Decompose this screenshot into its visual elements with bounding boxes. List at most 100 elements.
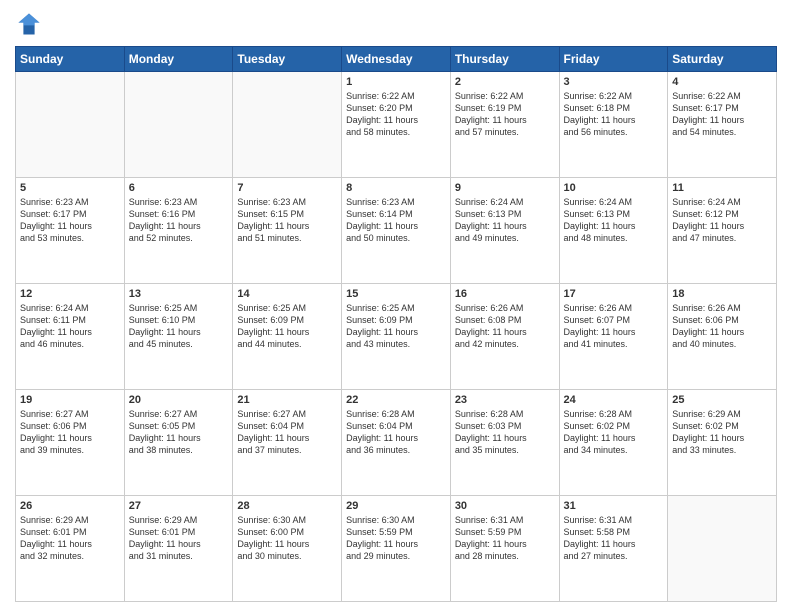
day-number: 26 bbox=[20, 500, 120, 512]
day-number: 2 bbox=[455, 76, 555, 88]
calendar-cell: 23 Sunrise: 6:28 AMSunset: 6:03 PMDayligh… bbox=[450, 390, 559, 496]
day-info: Sunrise: 6:27 AMSunset: 6:06 PMDaylight:… bbox=[20, 408, 120, 457]
day-info: Sunrise: 6:31 AMSunset: 5:58 PMDaylight:… bbox=[564, 514, 664, 563]
calendar-cell: 17 Sunrise: 6:26 AMSunset: 6:07 PMDayligh… bbox=[559, 284, 668, 390]
day-info: Sunrise: 6:26 AMSunset: 6:08 PMDaylight:… bbox=[455, 302, 555, 351]
weekday-header-sunday: Sunday bbox=[16, 47, 125, 72]
day-info: Sunrise: 6:26 AMSunset: 6:06 PMDaylight:… bbox=[672, 302, 772, 351]
day-number: 24 bbox=[564, 394, 664, 406]
calendar-week-4: 19 Sunrise: 6:27 AMSunset: 6:06 PMDayligh… bbox=[16, 390, 777, 496]
day-number: 19 bbox=[20, 394, 120, 406]
calendar-cell: 16 Sunrise: 6:26 AMSunset: 6:08 PMDayligh… bbox=[450, 284, 559, 390]
day-number: 11 bbox=[672, 182, 772, 194]
calendar-cell: 13 Sunrise: 6:25 AMSunset: 6:10 PMDayligh… bbox=[124, 284, 233, 390]
calendar-cell: 28Sunrise: 6:30 AMSunset: 6:00 PMDayligh… bbox=[233, 496, 342, 602]
calendar-cell: 1 Sunrise: 6:22 AMSunset: 6:20 PMDaylight… bbox=[342, 72, 451, 178]
calendar-cell: 26 Sunrise: 6:29 AMSunset: 6:01 PMDayligh… bbox=[16, 496, 125, 602]
day-info: Sunrise: 6:29 AMSunset: 6:01 PMDaylight:… bbox=[129, 514, 229, 563]
day-info: Sunrise: 6:23 AMSunset: 6:15 PMDaylight:… bbox=[237, 196, 337, 245]
calendar-cell bbox=[668, 496, 777, 602]
day-info: Sunrise: 6:25 AMSunset: 6:09 PMDaylight:… bbox=[346, 302, 446, 351]
day-number: 21 bbox=[237, 394, 337, 406]
calendar-cell: 4 Sunrise: 6:22 AMSunset: 6:17 PMDaylight… bbox=[668, 72, 777, 178]
day-number: 10 bbox=[564, 182, 664, 194]
day-number: 13 bbox=[129, 288, 229, 300]
day-info: Sunrise: 6:24 AMSunset: 6:13 PMDaylight:… bbox=[455, 196, 555, 245]
day-info: Sunrise: 6:25 AMSunset: 6:10 PMDaylight:… bbox=[129, 302, 229, 351]
day-info: Sunrise: 6:28 AMSunset: 6:03 PMDaylight:… bbox=[455, 408, 555, 457]
day-number: 23 bbox=[455, 394, 555, 406]
day-info: Sunrise: 6:29 AMSunset: 6:02 PMDaylight:… bbox=[672, 408, 772, 457]
day-number: 6 bbox=[129, 182, 229, 194]
day-number: 18 bbox=[672, 288, 772, 300]
day-info: Sunrise: 6:23 AMSunset: 6:17 PMDaylight:… bbox=[20, 196, 120, 245]
day-number: 17 bbox=[564, 288, 664, 300]
calendar-cell: 7Sunrise: 6:23 AMSunset: 6:15 PMDaylight… bbox=[233, 178, 342, 284]
calendar-cell: 18 Sunrise: 6:26 AMSunset: 6:06 PMDayligh… bbox=[668, 284, 777, 390]
day-info: Sunrise: 6:27 AMSunset: 6:04 PMDaylight:… bbox=[237, 408, 337, 457]
day-number: 5 bbox=[20, 182, 120, 194]
day-info: Sunrise: 6:28 AMSunset: 6:04 PMDaylight:… bbox=[346, 408, 446, 457]
calendar-cell: 21 Sunrise: 6:27 AMSunset: 6:04 PMDayligh… bbox=[233, 390, 342, 496]
day-info: Sunrise: 6:26 AMSunset: 6:07 PMDaylight:… bbox=[564, 302, 664, 351]
day-number: 25 bbox=[672, 394, 772, 406]
calendar-cell: 19 Sunrise: 6:27 AMSunset: 6:06 PMDayligh… bbox=[16, 390, 125, 496]
calendar-cell bbox=[16, 72, 125, 178]
day-info: Sunrise: 6:22 AMSunset: 6:19 PMDaylight:… bbox=[455, 90, 555, 139]
day-number: 27 bbox=[129, 500, 229, 512]
day-number: 30 bbox=[455, 500, 555, 512]
day-info: Sunrise: 6:30 AMSunset: 5:59 PMDaylight:… bbox=[346, 514, 446, 563]
calendar-cell: 30Sunrise: 6:31 AMSunset: 5:59 PMDayligh… bbox=[450, 496, 559, 602]
day-info: Sunrise: 6:24 AMSunset: 6:12 PMDaylight:… bbox=[672, 196, 772, 245]
day-number: 14 bbox=[237, 288, 337, 300]
day-number: 3 bbox=[564, 76, 664, 88]
day-info: Sunrise: 6:29 AMSunset: 6:01 PMDaylight:… bbox=[20, 514, 120, 563]
header bbox=[15, 10, 777, 38]
calendar-cell: 25 Sunrise: 6:29 AMSunset: 6:02 PMDayligh… bbox=[668, 390, 777, 496]
calendar-week-3: 12 Sunrise: 6:24 AMSunset: 6:11 PMDayligh… bbox=[16, 284, 777, 390]
day-info: Sunrise: 6:25 AMSunset: 6:09 PMDaylight:… bbox=[237, 302, 337, 351]
calendar-week-1: 1 Sunrise: 6:22 AMSunset: 6:20 PMDaylight… bbox=[16, 72, 777, 178]
calendar-cell: 24 Sunrise: 6:28 AMSunset: 6:02 PMDayligh… bbox=[559, 390, 668, 496]
day-number: 1 bbox=[346, 76, 446, 88]
day-info: Sunrise: 6:22 AMSunset: 6:20 PMDaylight:… bbox=[346, 90, 446, 139]
calendar-cell: 11 Sunrise: 6:24 AMSunset: 6:12 PMDayligh… bbox=[668, 178, 777, 284]
day-info: Sunrise: 6:28 AMSunset: 6:02 PMDaylight:… bbox=[564, 408, 664, 457]
weekday-header-friday: Friday bbox=[559, 47, 668, 72]
day-number: 29 bbox=[346, 500, 446, 512]
day-info: Sunrise: 6:22 AMSunset: 6:17 PMDaylight:… bbox=[672, 90, 772, 139]
calendar-week-5: 26 Sunrise: 6:29 AMSunset: 6:01 PMDayligh… bbox=[16, 496, 777, 602]
calendar-header: SundayMondayTuesdayWednesdayThursdayFrid… bbox=[16, 47, 777, 72]
day-number: 4 bbox=[672, 76, 772, 88]
day-info: Sunrise: 6:24 AMSunset: 6:13 PMDaylight:… bbox=[564, 196, 664, 245]
calendar-cell: 15 Sunrise: 6:25 AMSunset: 6:09 PMDayligh… bbox=[342, 284, 451, 390]
day-number: 15 bbox=[346, 288, 446, 300]
calendar-cell: 8Sunrise: 6:23 AMSunset: 6:14 PMDaylight… bbox=[342, 178, 451, 284]
calendar-cell: 27 Sunrise: 6:29 AMSunset: 6:01 PMDayligh… bbox=[124, 496, 233, 602]
weekday-header-saturday: Saturday bbox=[668, 47, 777, 72]
calendar-cell: 31 Sunrise: 6:31 AMSunset: 5:58 PMDayligh… bbox=[559, 496, 668, 602]
calendar-cell: 14 Sunrise: 6:25 AMSunset: 6:09 PMDayligh… bbox=[233, 284, 342, 390]
weekday-header-tuesday: Tuesday bbox=[233, 47, 342, 72]
calendar-cell: 20Sunrise: 6:27 AMSunset: 6:05 PMDayligh… bbox=[124, 390, 233, 496]
calendar-cell bbox=[124, 72, 233, 178]
calendar-cell: 6Sunrise: 6:23 AMSunset: 6:16 PMDaylight… bbox=[124, 178, 233, 284]
calendar-week-2: 5 Sunrise: 6:23 AMSunset: 6:17 PMDaylight… bbox=[16, 178, 777, 284]
calendar-cell: 5 Sunrise: 6:23 AMSunset: 6:17 PMDaylight… bbox=[16, 178, 125, 284]
weekday-header-wednesday: Wednesday bbox=[342, 47, 451, 72]
weekday-header-thursday: Thursday bbox=[450, 47, 559, 72]
day-number: 28 bbox=[237, 500, 337, 512]
day-info: Sunrise: 6:22 AMSunset: 6:18 PMDaylight:… bbox=[564, 90, 664, 139]
calendar-cell: 10 Sunrise: 6:24 AMSunset: 6:13 PMDayligh… bbox=[559, 178, 668, 284]
calendar-cell: 9 Sunrise: 6:24 AMSunset: 6:13 PMDaylight… bbox=[450, 178, 559, 284]
weekday-row: SundayMondayTuesdayWednesdayThursdayFrid… bbox=[16, 47, 777, 72]
day-info: Sunrise: 6:24 AMSunset: 6:11 PMDaylight:… bbox=[20, 302, 120, 351]
page: SundayMondayTuesdayWednesdayThursdayFrid… bbox=[0, 0, 792, 612]
calendar-cell: 3 Sunrise: 6:22 AMSunset: 6:18 PMDaylight… bbox=[559, 72, 668, 178]
day-number: 16 bbox=[455, 288, 555, 300]
calendar-cell: 29 Sunrise: 6:30 AMSunset: 5:59 PMDayligh… bbox=[342, 496, 451, 602]
day-number: 9 bbox=[455, 182, 555, 194]
logo bbox=[15, 10, 47, 38]
day-number: 12 bbox=[20, 288, 120, 300]
day-number: 31 bbox=[564, 500, 664, 512]
